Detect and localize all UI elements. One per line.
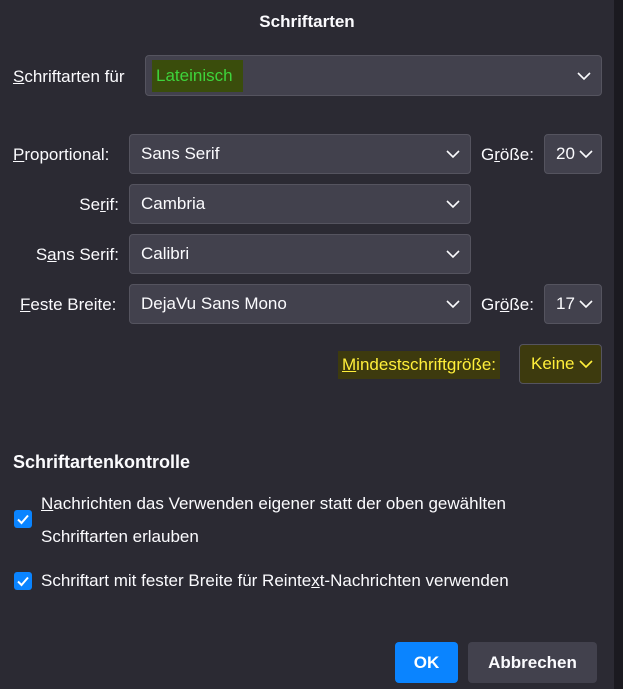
fixed-width-size-value: 17 (556, 294, 575, 313)
fixed-width-select[interactable]: DejaVu Sans Mono (129, 284, 471, 324)
checkmark-icon (17, 514, 29, 525)
chevron-down-icon (579, 147, 593, 161)
serif-select[interactable]: Cambria (129, 184, 471, 224)
fixed-plain-text-label[interactable]: Schriftart mit fester Breite für Reintex… (41, 564, 509, 597)
fonts-for-value: Lateinisch (152, 59, 243, 92)
proportional-size-value: 20 (556, 144, 575, 163)
allow-own-fonts-checkbox[interactable] (14, 510, 32, 528)
sans-serif-label: Sans Serif: (35, 245, 119, 264)
dialog-title: Schriftarten (259, 12, 355, 31)
fonts-for-label: Schriftarten für (13, 67, 125, 86)
chevron-down-icon (579, 297, 593, 311)
min-size-value: Keine (531, 354, 575, 373)
sans-serif-value: Calibri (141, 244, 190, 263)
fixed-plain-text-checkbox[interactable] (14, 572, 32, 590)
proportional-value: Sans Serif (141, 144, 220, 163)
chevron-down-icon (446, 197, 460, 211)
cancel-button[interactable]: Abbrechen (468, 642, 597, 683)
window-edge (614, 0, 623, 689)
fixed-width-size-select[interactable]: 17 (544, 284, 602, 324)
proportional-size-label: Größe: (481, 145, 534, 164)
min-size-label: Mindestschriftgröße: (338, 351, 501, 379)
proportional-size-select[interactable]: 20 (544, 134, 602, 174)
sans-serif-select[interactable]: Calibri (129, 234, 471, 274)
chevron-down-icon (446, 147, 460, 161)
allow-own-fonts-label[interactable]: Nachrichten das Verwenden eigener statt … (41, 487, 506, 553)
fixed-width-label: Feste Breite: (20, 295, 117, 314)
checkmark-icon (17, 576, 29, 587)
proportional-label: Proportional: (13, 145, 110, 164)
fonts-dialog: Schriftarten Schriftarten für Lateinisch… (0, 0, 614, 689)
fonts-for-select[interactable]: Lateinisch (145, 55, 602, 96)
chevron-down-icon (446, 247, 460, 261)
fixed-width-size-label: Größe: (481, 295, 534, 314)
chevron-down-icon (446, 297, 460, 311)
serif-label: Serif: (79, 195, 119, 214)
chevron-down-icon (577, 69, 591, 83)
fixed-width-value: DejaVu Sans Mono (141, 294, 287, 313)
font-control-heading: Schriftartenkontrolle (13, 452, 191, 472)
min-size-select[interactable]: Keine (519, 344, 602, 384)
ok-button[interactable]: OK (395, 642, 458, 683)
serif-value: Cambria (141, 194, 206, 213)
chevron-down-icon (579, 357, 593, 371)
proportional-select[interactable]: Sans Serif (129, 134, 471, 174)
